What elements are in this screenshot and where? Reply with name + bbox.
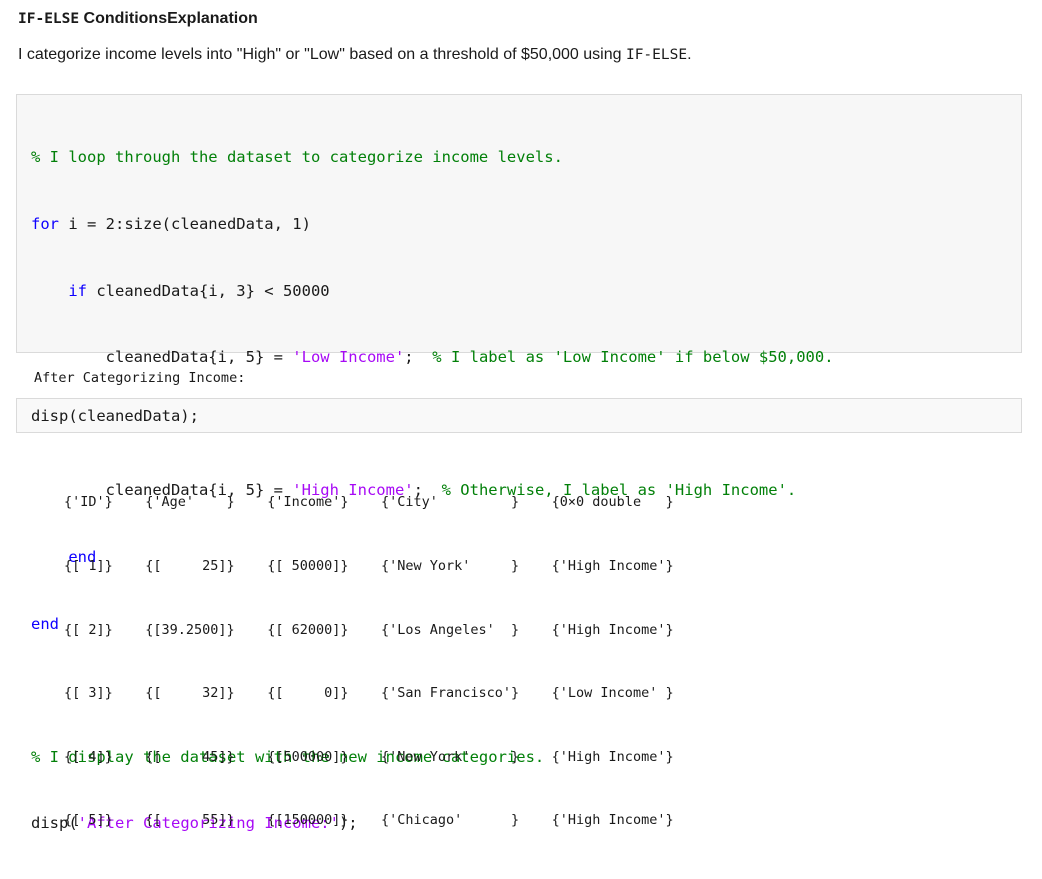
code-line: % I loop through the dataset to categori… [31, 146, 834, 168]
intro-code: IF-ELSE [625, 47, 688, 63]
code-text: cleanedData{i, 5} = [31, 348, 293, 367]
code-line: cleanedData{i, 5} = 'Low Income'; % I la… [31, 346, 834, 368]
code-line: for i = 2:size(cleanedData, 1) [31, 213, 834, 235]
table-row: {'ID'} {'Age' } {'Income'} {'City' } {0×… [64, 494, 674, 511]
code-line: if cleanedData{i, 3} < 50000 [31, 280, 834, 302]
keyword: end [31, 614, 59, 633]
keyword: if [68, 281, 87, 300]
heading-text: ConditionsExplanation [79, 10, 258, 27]
code-string: 'Low Income' [292, 348, 405, 367]
code-comment: % I loop through the dataset to categori… [31, 148, 563, 167]
output-table: {'ID'} {'Age' } {'Income'} {'City' } {0×… [64, 450, 674, 853]
intro-paragraph: I categorize income levels into "High" o… [18, 46, 692, 64]
table-row: {[ 5]} {[ 55]} {[150000]} {'Chicago' } {… [64, 812, 674, 829]
output-title: After Categorizing Income: [34, 370, 246, 386]
intro-end: . [687, 46, 692, 63]
code-block[interactable]: % I loop through the dataset to categori… [16, 94, 1022, 832]
heading-code: IF-ELSE [18, 11, 80, 27]
table-row: {[ 2]} {[39.2500]} {[ 62000]} {'Los Ange… [64, 621, 674, 638]
code-block-2[interactable]: disp(cleanedData); [16, 398, 1022, 433]
code-text: i = 2:size(cleanedData, 1) [59, 215, 311, 233]
code-text: ; [404, 348, 433, 367]
intro-text: I categorize income levels into "High" o… [18, 46, 626, 63]
keyword: for [31, 215, 59, 233]
code-comment: % I label as 'Low Income' if below $50,0… [432, 348, 834, 367]
code-line: disp(cleanedData); [31, 407, 199, 425]
table-row: {[ 1]} {[ 25]} {[ 50000]} {'New York' } … [64, 558, 674, 574]
section-heading: IF-ELSE ConditionsExplanation [18, 10, 258, 28]
table-row: {[ 3]} {[ 32]} {[ 0]} {'San Francisco'} … [64, 685, 674, 702]
table-row: {[ 4]} {[ 45]} {[500000]} {'New York' } … [64, 748, 674, 765]
code-text: cleanedData{i, 3} < 50000 [87, 281, 330, 300]
